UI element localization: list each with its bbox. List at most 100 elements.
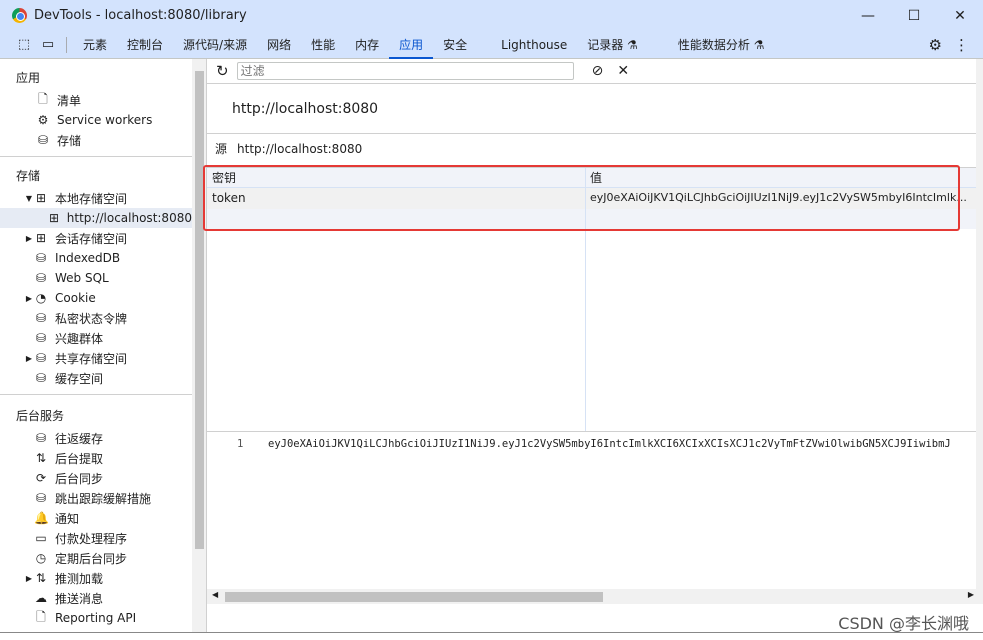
- sidebar-item-label: 推测加载: [55, 571, 104, 586]
- scroll-left-icon[interactable]: ◀: [212, 590, 218, 599]
- expand-right-icon[interactable]: ▶: [24, 354, 34, 363]
- tab-sources[interactable]: 源代码/来源: [173, 31, 257, 59]
- cookie-icon: ◔: [35, 291, 47, 305]
- sidebar-item-label: 付款处理程序: [55, 531, 128, 546]
- tab-network[interactable]: 网络: [257, 31, 301, 59]
- sidebar-item[interactable]: ⛁ 跳出跟踪缓解措施: [0, 488, 192, 508]
- tab-performance[interactable]: 性能: [301, 31, 345, 59]
- clear-all-icon[interactable]: ⊘: [592, 63, 604, 79]
- storage-toolbar: ↻ ⊘ ✕: [207, 59, 976, 84]
- sidebar-item-label: 会话存储空间: [55, 231, 128, 246]
- sidebar-item-label: Cookie: [55, 291, 96, 305]
- database-icon: ⛁: [35, 351, 47, 365]
- cloud-icon: ☁: [35, 591, 47, 605]
- expand-right-icon[interactable]: ▶: [24, 234, 34, 243]
- table-row[interactable]: token eyJ0eXAiOiJKV1QiLCJhbGciOiJIUzI1Ni…: [207, 188, 976, 209]
- devtools-tab-bar: ⬚ ▭ 元素 控制台 源代码/来源 网络 性能 内存 应用 安全 Lightho…: [0, 31, 983, 59]
- sidebar-item[interactable]: ⛁ 存储: [0, 130, 192, 150]
- sidebar-item[interactable]: ⛁ IndexedDB: [0, 248, 192, 268]
- tab-lighthouse[interactable]: Lighthouse: [491, 31, 577, 59]
- more-menu-icon[interactable]: ⋮: [954, 36, 969, 54]
- sidebar-item[interactable]: ⛁ 往返缓存: [0, 428, 192, 448]
- sidebar-item[interactable]: ☁ 推送消息: [0, 588, 192, 608]
- sidebar-item-label: Reporting API: [55, 611, 137, 625]
- delete-selected-icon[interactable]: ✕: [617, 63, 629, 79]
- tab-security[interactable]: 安全: [433, 31, 477, 59]
- section-background-services: 后台服务: [16, 409, 65, 423]
- database-icon: ⛁: [35, 311, 47, 325]
- maximize-button[interactable]: ☐: [891, 0, 937, 31]
- card-icon: ▭: [35, 531, 47, 545]
- horizontal-scrollbar[interactable]: ◀ ▶: [207, 589, 976, 604]
- sidebar-item[interactable]: 🗋 清单: [0, 90, 192, 110]
- sidebar-item[interactable]: 🔔 通知: [0, 508, 192, 528]
- device-toolbar-icon[interactable]: ▭: [36, 37, 60, 52]
- sidebar-item-label: 清单: [57, 93, 82, 108]
- sidebar-item[interactable]: ▼ ⊞ 本地存储空间: [0, 188, 192, 208]
- sidebar-item[interactable]: ▶ ⊞ 会话存储空间: [0, 228, 192, 248]
- sidebar-item[interactable]: ⛁ 缓存空间: [0, 368, 192, 388]
- database-icon: ⛁: [35, 371, 47, 385]
- sidebar-item-label: IndexedDB: [55, 251, 121, 265]
- tab-elements[interactable]: 元素: [73, 31, 117, 59]
- storage-table: 密钥 值 token eyJ0eXAiOiJKV1QiLCJhbGciOiJIU…: [203, 165, 976, 432]
- sidebar-item-label: Web SQL: [55, 271, 109, 285]
- sidebar-item[interactable]: ⛁ 兴趣群体: [0, 328, 192, 348]
- value-cell[interactable]: eyJ0eXAiOiJKV1QiLCJhbGciOiJIUzI1NiJ9.eyJ…: [585, 188, 976, 209]
- origin-value: http://localhost:8080: [237, 141, 363, 156]
- scroll-right-icon[interactable]: ▶: [968, 590, 974, 599]
- sidebar-item[interactable]: ▶ ⛁ 共享存储空间: [0, 348, 192, 368]
- tab-memory[interactable]: 内存: [345, 31, 389, 59]
- sidebar-item[interactable]: ▶ ◔ Cookie: [0, 288, 192, 308]
- expand-right-icon[interactable]: ▶: [24, 294, 34, 303]
- table-icon: ⊞: [48, 211, 60, 225]
- sidebar-item-label: 定期后台同步: [55, 551, 128, 566]
- empty-row[interactable]: [207, 209, 976, 229]
- tab-console[interactable]: 控制台: [117, 31, 173, 59]
- sidebar-item[interactable]: ⊞ http://localhost:8080: [0, 208, 192, 228]
- preview-text[interactable]: eyJ0eXAiOiJKV1QiLCJhbGciOiJIUzI1NiJ9.eyJ…: [268, 438, 951, 450]
- refresh-icon[interactable]: ↻: [216, 62, 229, 80]
- sidebar-item[interactable]: ⇅ 后台提取: [0, 448, 192, 468]
- horizontal-scrollbar-thumb[interactable]: [225, 592, 603, 602]
- sidebar-item[interactable]: ▶ ⇅ 推测加载: [0, 568, 192, 588]
- divider: [66, 36, 67, 53]
- file-icon: 🗋: [38, 91, 48, 106]
- filter-input[interactable]: [236, 62, 574, 80]
- value-preview: 1 eyJ0eXAiOiJKV1QiLCJhbGciOiJIUzI1NiJ9.e…: [207, 432, 976, 589]
- database-icon: ⛁: [35, 271, 47, 285]
- tab-performance-insights[interactable]: 性能数据分析 ⚗: [668, 31, 775, 59]
- sidebar-item[interactable]: ⚙ Service workers: [0, 110, 192, 130]
- inspect-element-icon[interactable]: ⬚: [12, 37, 36, 52]
- tab-recorder[interactable]: 记录器 ⚗: [577, 31, 648, 59]
- sidebar-item[interactable]: ⛁ 私密状态令牌: [0, 308, 192, 328]
- close-button[interactable]: ✕: [937, 0, 983, 31]
- expand-down-icon[interactable]: ▼: [24, 194, 34, 203]
- settings-gear-icon[interactable]: ⚙: [929, 36, 942, 54]
- minimize-button[interactable]: —: [845, 0, 891, 31]
- section-application: 应用: [16, 71, 41, 85]
- sync-arrows-icon: ⇅: [35, 451, 47, 465]
- sidebar-scrollbar[interactable]: [192, 59, 207, 632]
- section-storage: 存储: [16, 169, 41, 183]
- sidebar-item[interactable]: ◷ 定期后台同步: [0, 548, 192, 568]
- sidebar-item[interactable]: ⟳ 后台同步: [0, 468, 192, 488]
- key-cell[interactable]: token: [207, 188, 585, 209]
- expand-right-icon[interactable]: ▶: [24, 574, 34, 583]
- origin-label: 源: [215, 142, 228, 156]
- column-divider[interactable]: [585, 168, 586, 431]
- table-icon: ⊞: [35, 231, 47, 245]
- database-icon: ⛁: [37, 133, 49, 147]
- sidebar-item[interactable]: 🗋 Reporting API: [0, 608, 192, 628]
- sidebar-item-label: 后台提取: [55, 451, 104, 466]
- sidebar-scrollbar-thumb[interactable]: [195, 71, 204, 549]
- column-header-value[interactable]: 值: [585, 168, 976, 187]
- sidebar-item-label: Service workers: [57, 113, 153, 127]
- origin-row: 源 http://localhost:8080: [207, 134, 976, 163]
- tab-application[interactable]: 应用: [389, 31, 434, 59]
- sidebar-item[interactable]: ⛁ Web SQL: [0, 268, 192, 288]
- main-vertical-scrollbar[interactable]: [976, 59, 983, 604]
- sidebar-item-label: 共享存储空间: [55, 351, 128, 366]
- sidebar-item[interactable]: ▭ 付款处理程序: [0, 528, 192, 548]
- column-header-key[interactable]: 密钥: [207, 168, 585, 187]
